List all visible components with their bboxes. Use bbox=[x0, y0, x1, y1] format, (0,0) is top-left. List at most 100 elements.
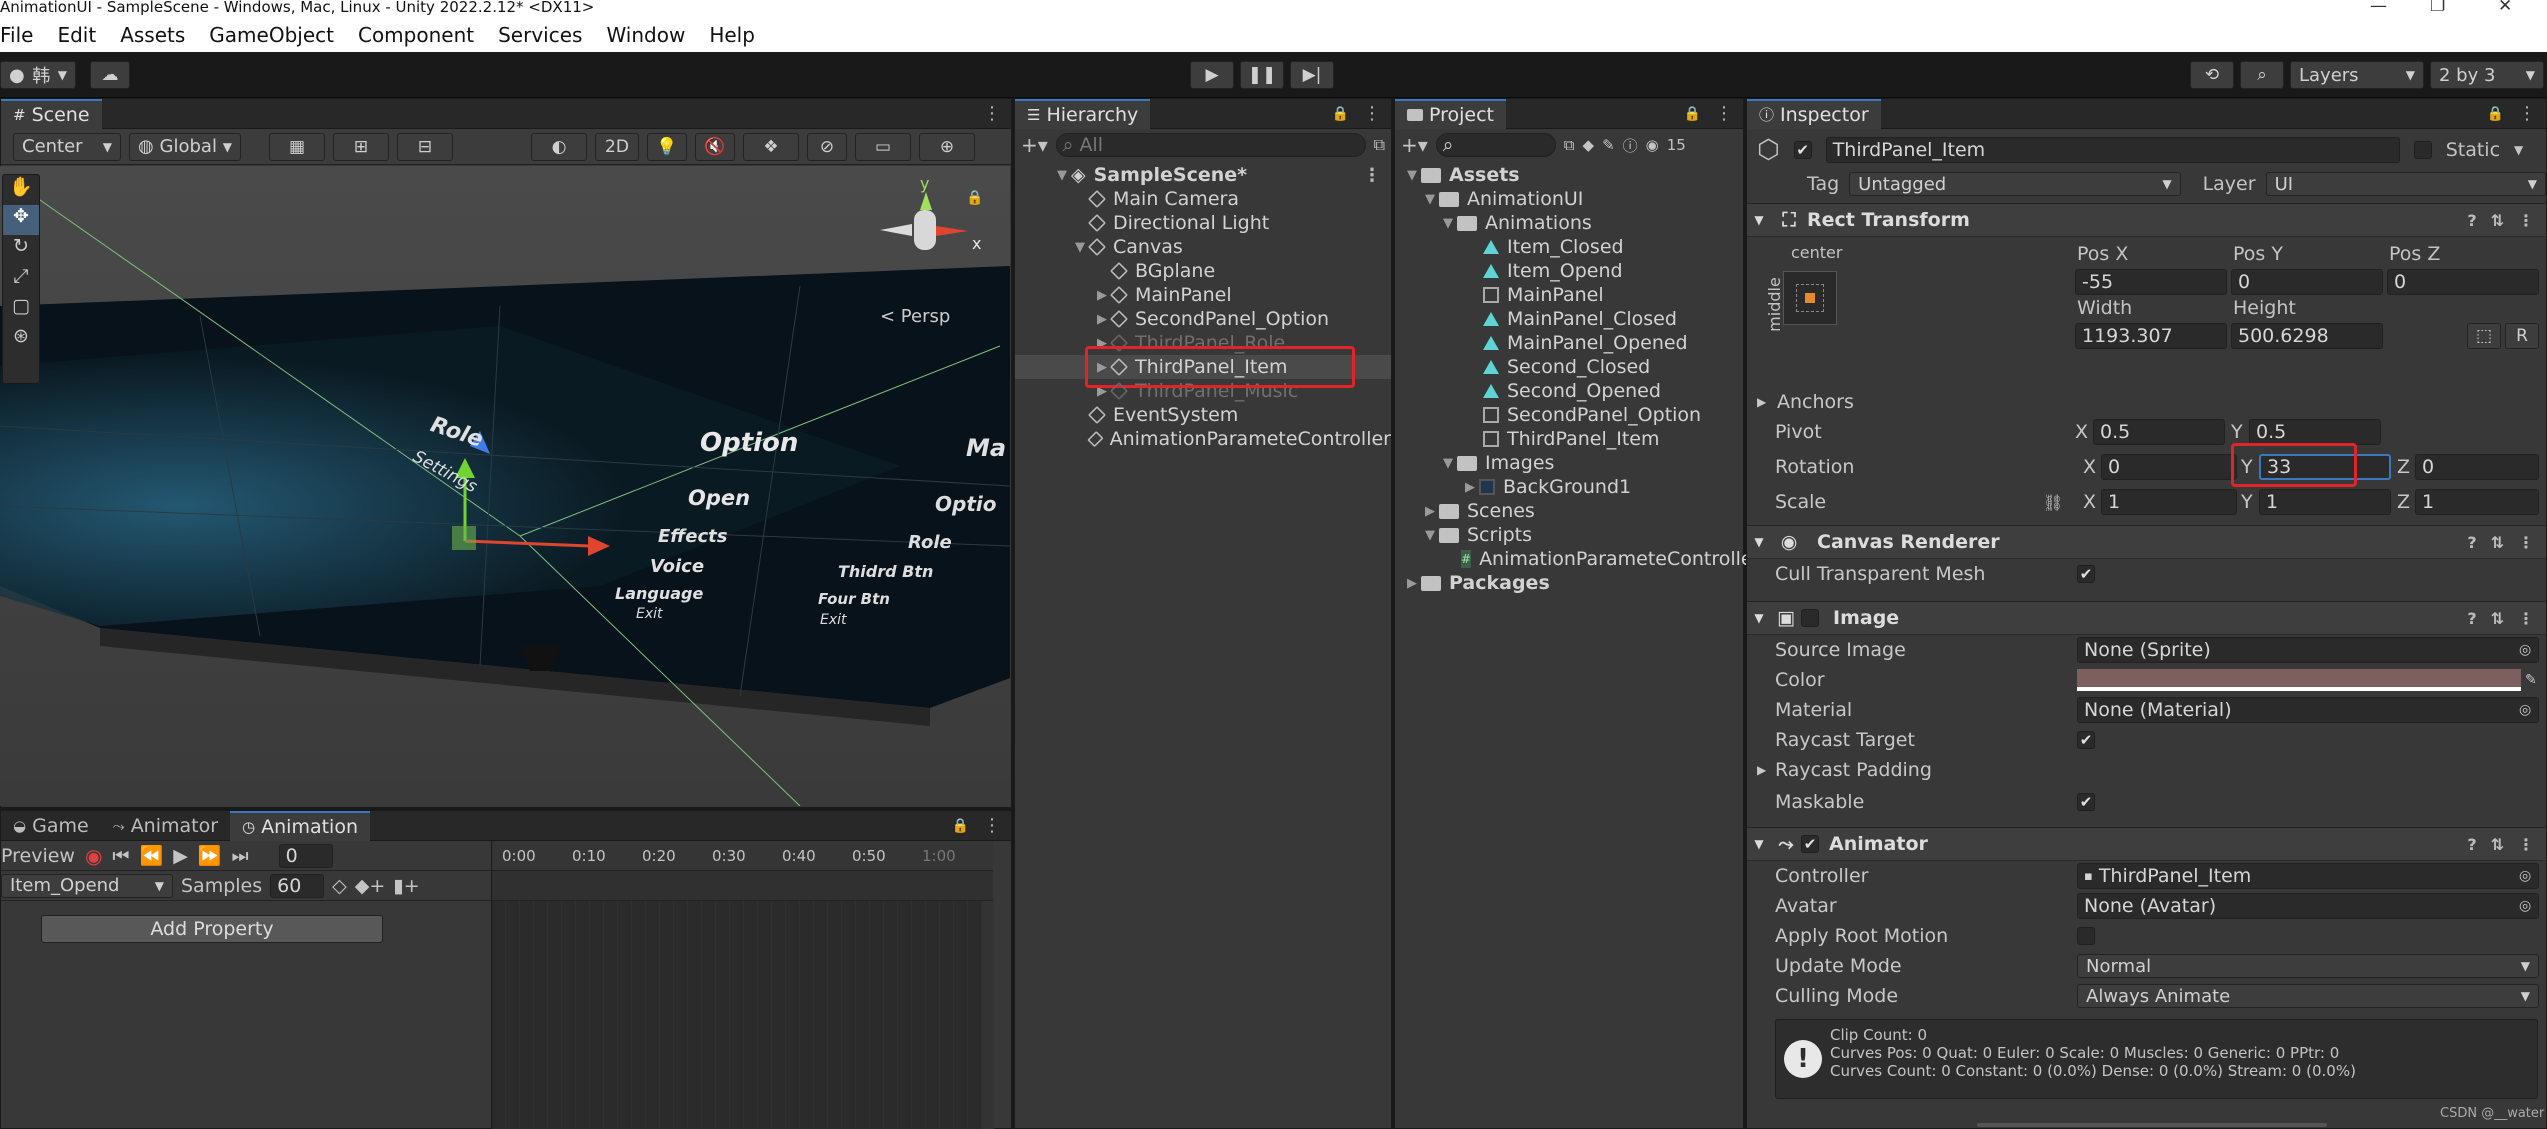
tree-item[interactable]: ▶ SecondPanel_Option bbox=[1015, 307, 1391, 331]
grid-snap-button[interactable]: ▦ bbox=[269, 132, 325, 161]
hierarchy-search-input[interactable]: ⌕ All bbox=[1055, 133, 1366, 157]
foldout-arrow-icon[interactable]: ▼ bbox=[1747, 535, 1771, 549]
toggle-2d-button[interactable]: 2D bbox=[595, 132, 639, 161]
scene-options-icon[interactable]: ⋮ bbox=[1363, 165, 1381, 186]
tree-item[interactable]: MainPanel_Closed bbox=[1395, 307, 1743, 331]
object-name-field[interactable]: ThirdPanel_Item bbox=[1825, 137, 2400, 163]
tab-animator[interactable]: ⤳ Animator bbox=[101, 811, 230, 841]
timeline-scrollbar[interactable] bbox=[982, 901, 994, 1129]
menu-window[interactable]: Window bbox=[606, 23, 685, 47]
history-button[interactable]: ⟲ bbox=[2190, 61, 2234, 89]
preview-toggle[interactable]: Preview bbox=[1, 845, 75, 867]
lock-icon[interactable]: 🔒 bbox=[966, 190, 983, 206]
record-icon[interactable]: ◉ bbox=[85, 844, 102, 868]
collapsed-arrow-icon[interactable]: ▶ bbox=[1093, 288, 1111, 303]
menu-help[interactable]: Help bbox=[709, 23, 755, 47]
pause-button[interactable]: ❚❚ bbox=[1240, 61, 1284, 89]
raycast-target-checkbox[interactable]: ✔ bbox=[2077, 731, 2095, 749]
close-icon[interactable]: ✕ bbox=[2498, 0, 2512, 16]
tree-item[interactable]: ▼ Assets bbox=[1395, 163, 1743, 187]
menu-gameobject[interactable]: GameObject bbox=[209, 23, 334, 47]
animator-enabled-checkbox[interactable]: ✔ bbox=[1801, 835, 1819, 853]
project-search-input[interactable]: ⌕ bbox=[1435, 133, 1556, 157]
inspector-scrollbar[interactable] bbox=[1977, 1123, 2327, 1127]
active-checkbox[interactable]: ✔ bbox=[1793, 141, 1812, 159]
scale-x-input[interactable]: 1 bbox=[2101, 489, 2237, 515]
lock-icon[interactable]: 🔒 bbox=[2487, 106, 2504, 122]
image-enabled-checkbox[interactable] bbox=[1801, 609, 1819, 627]
chevron-down-icon[interactable]: ▼ bbox=[2514, 143, 2523, 157]
expand-arrow-icon[interactable]: ▼ bbox=[1421, 192, 1439, 207]
rotation-z-input[interactable]: 0 bbox=[2415, 454, 2539, 480]
width-input[interactable]: 1193.307 bbox=[2075, 323, 2227, 349]
tree-item[interactable]: ▶ BackGround1 bbox=[1395, 475, 1743, 499]
tree-item-scene[interactable]: ▼ ◈ SampleScene* ⋮ bbox=[1015, 163, 1391, 187]
tab-game[interactable]: ◒ Game bbox=[1, 811, 101, 841]
tag-dropdown[interactable]: Untagged ▼ bbox=[1849, 172, 2181, 196]
tree-item[interactable]: Directional Light bbox=[1015, 211, 1391, 235]
component-menu-icon[interactable]: ⋮ bbox=[2518, 533, 2534, 552]
menu-file[interactable]: File bbox=[0, 23, 33, 47]
menu-assets[interactable]: Assets bbox=[120, 23, 185, 47]
tree-item[interactable]: ▼ AnimationUI bbox=[1395, 187, 1743, 211]
tab-scene[interactable]: # Scene bbox=[1, 98, 102, 129]
camera-button[interactable]: ▭ bbox=[855, 132, 911, 161]
static-checkbox[interactable] bbox=[2413, 141, 2432, 159]
last-key-icon[interactable]: ⏭ bbox=[232, 845, 249, 867]
pivot-dropdown[interactable]: Center ▼ bbox=[13, 132, 121, 161]
play-button[interactable]: ▶ bbox=[1190, 61, 1234, 89]
type-filter-icon[interactable]: ◆ bbox=[1583, 136, 1595, 154]
cloud-button[interactable]: ☁ bbox=[90, 61, 130, 89]
help-icon[interactable]: ? bbox=[2467, 835, 2476, 854]
height-input[interactable]: 500.6298 bbox=[2231, 323, 2383, 349]
component-menu-icon[interactable]: ⋮ bbox=[2518, 211, 2534, 230]
rect-transform-header[interactable]: ▼ ⛶ Rect Transform ? ⇅ ⋮ bbox=[1747, 203, 2546, 237]
frame-input[interactable]: 0 bbox=[278, 843, 333, 868]
scene-menu-icon[interactable]: ⋮ bbox=[983, 103, 1001, 124]
help-icon[interactable]: ? bbox=[2467, 211, 2476, 230]
layers-dropdown[interactable]: Layers ▼ bbox=[2290, 61, 2424, 89]
tree-item[interactable]: AnimationParameteController bbox=[1015, 427, 1391, 451]
collapsed-arrow-icon[interactable]: ▶ bbox=[1093, 312, 1111, 327]
tree-item-selected[interactable]: ▶ ThirdPanel_Item bbox=[1015, 346, 1391, 388]
tree-item[interactable]: ▼ Animations bbox=[1395, 211, 1743, 235]
visibility-button[interactable]: ⊘ bbox=[807, 132, 847, 161]
pos-y-input[interactable]: 0 bbox=[2231, 269, 2383, 295]
lock-icon[interactable]: 🔒 bbox=[952, 818, 969, 834]
blueprint-mode-button[interactable]: ⬚ bbox=[2467, 323, 2501, 349]
shading-mode-button[interactable]: ◐ bbox=[531, 132, 587, 161]
add-event-icon[interactable]: ▮+ bbox=[393, 875, 419, 897]
object-picker-icon[interactable]: ◎ bbox=[2519, 898, 2531, 914]
pos-z-input[interactable]: 0 bbox=[2387, 269, 2539, 295]
avatar-field[interactable]: None (Avatar) bbox=[2077, 893, 2539, 919]
constrain-proportions-icon[interactable]: ⛓ bbox=[2043, 493, 2063, 512]
tree-item[interactable]: Second_Opened bbox=[1395, 379, 1743, 403]
update-mode-dropdown[interactable]: Normal ▼ bbox=[2077, 954, 2539, 978]
canvas-renderer-header[interactable]: ▼ ◉ Canvas Renderer ? ⇅ ⋮ bbox=[1747, 525, 2546, 559]
keyframe-icon[interactable]: ◇ bbox=[332, 875, 347, 897]
tree-item[interactable]: MainPanel_Opened bbox=[1395, 331, 1743, 355]
search-filter-icon[interactable]: ⧉ bbox=[1374, 135, 1385, 155]
prev-key-icon[interactable]: ⏪ bbox=[140, 844, 164, 867]
raw-edit-button[interactable]: R bbox=[2505, 323, 2539, 349]
add-property-button[interactable]: Add Property bbox=[41, 915, 383, 943]
pivot-x-input[interactable]: 0.5 bbox=[2093, 419, 2225, 445]
next-key-icon[interactable]: ⏩ bbox=[198, 844, 222, 867]
expand-arrow-icon[interactable]: ▼ bbox=[1439, 216, 1457, 231]
collapsed-arrow-icon[interactable]: ▶ bbox=[1421, 504, 1439, 519]
increment-snap-button[interactable]: ⊞ bbox=[333, 132, 389, 161]
collapsed-arrow-icon[interactable]: ▶ bbox=[1757, 763, 1766, 777]
tree-item[interactable]: ▼ Images bbox=[1395, 451, 1743, 475]
scale-tool-icon[interactable]: ⤢ bbox=[3, 265, 39, 295]
menu-services[interactable]: Services bbox=[498, 23, 582, 47]
tree-item[interactable]: ▼ Canvas bbox=[1015, 235, 1391, 259]
transform-tool-icon[interactable]: ⊛ bbox=[3, 325, 39, 355]
scene-viewport[interactable]: Role Option Ma Settings Open Optio Effec… bbox=[0, 166, 1010, 806]
lighting-button[interactable]: 💡 bbox=[647, 132, 687, 161]
expand-arrow-icon[interactable]: ▼ bbox=[1403, 168, 1421, 183]
material-field[interactable]: None (Material) bbox=[2077, 697, 2539, 723]
eye-icon[interactable]: ◉ bbox=[1646, 136, 1659, 154]
effects-button[interactable]: ❖ bbox=[743, 132, 799, 161]
object-picker-icon[interactable]: ◎ bbox=[2519, 642, 2531, 658]
image-header[interactable]: ▼ ▣ Image ? ⇅ ⋮ bbox=[1747, 601, 2546, 635]
